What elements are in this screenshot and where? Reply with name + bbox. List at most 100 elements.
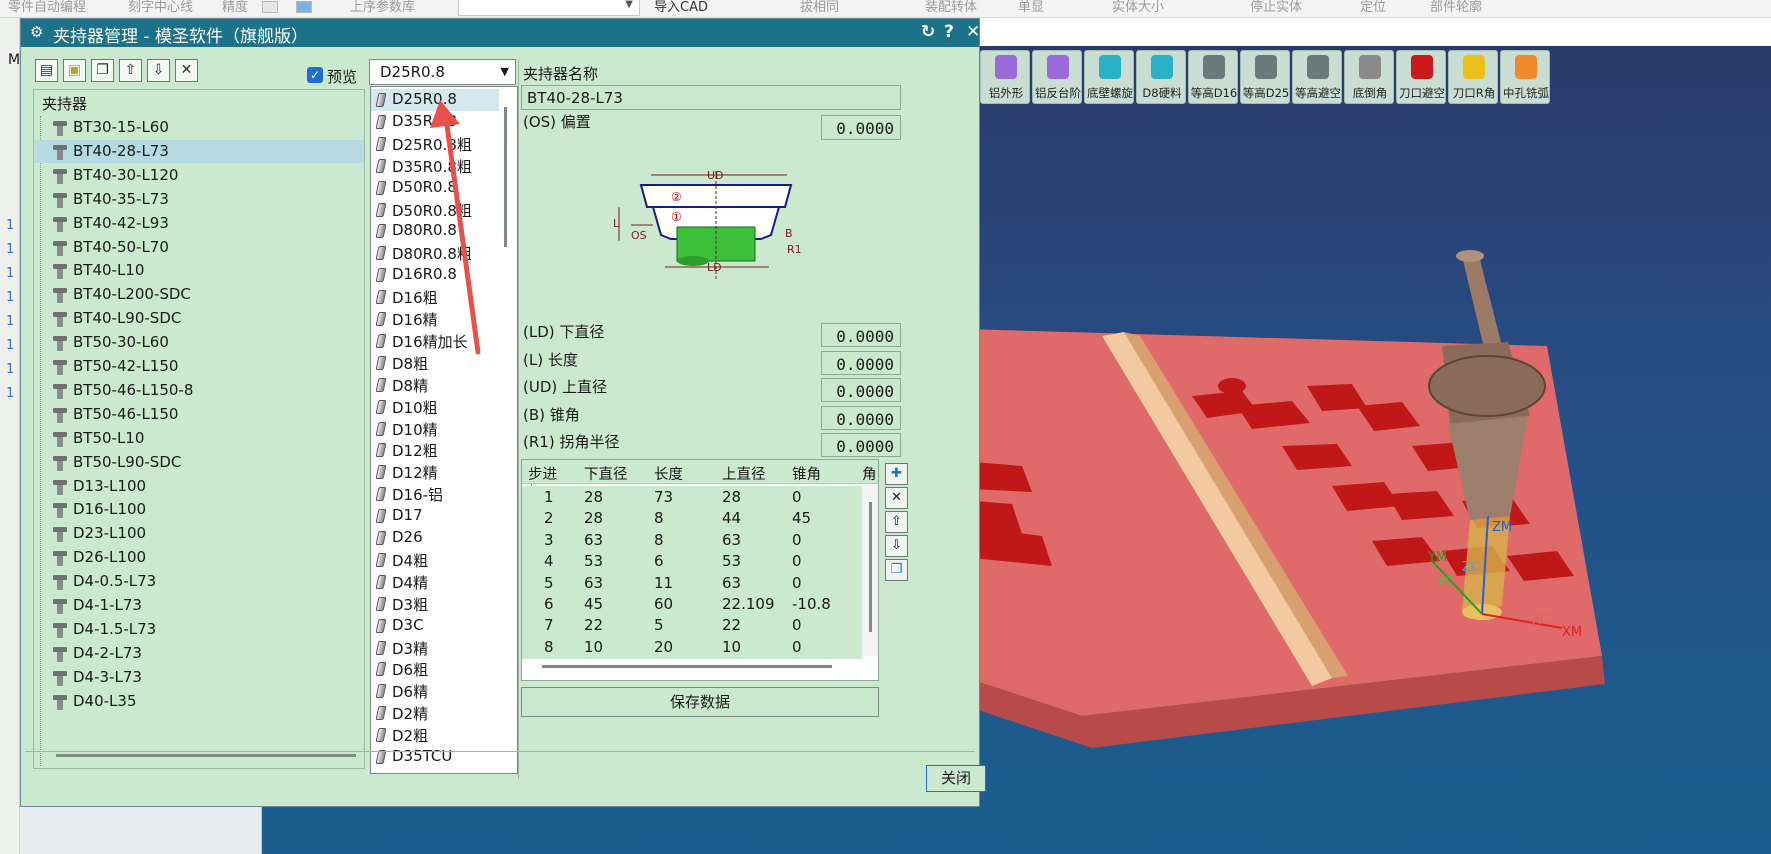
delete-row-button[interactable]: ✕ — [885, 487, 908, 509]
dropdown-item[interactable]: D2粗 — [371, 724, 499, 746]
ribbon-button[interactable]: 底壁螺旋 — [1084, 50, 1134, 104]
step-table[interactable]: 步进 下直径 长度 上直径 锥角角 1 28 73 28 0 2 28 8 44 45 3 63 8 63 0 4 53… — [521, 459, 879, 681]
dropdown-item[interactable]: D2精 — [371, 702, 499, 724]
dialog-titlebar[interactable]: ⚙ 夹持器管理 - 模圣软件（旗舰版） ↻ ? ✕ — [21, 19, 980, 47]
toolbar-item-single-show[interactable]: 单显 — [1018, 0, 1044, 15]
tree-item[interactable]: BT50-L10 — [35, 427, 364, 450]
checkbox-check-icon[interactable]: ✓ — [307, 67, 323, 83]
dropdown-item[interactable]: D16-铝 — [371, 483, 499, 505]
dropdown-item[interactable]: D16R0.8 — [371, 264, 499, 286]
toolbar-item-precision[interactable]: 精度 — [222, 0, 248, 15]
table-row[interactable]: 4 53 6 53 0 — [522, 550, 862, 574]
tree-item[interactable]: BT40-L90-SDC — [35, 307, 364, 330]
dropdown-item[interactable]: D16粗 — [371, 286, 499, 308]
dropdown-item[interactable]: D8精 — [371, 374, 499, 396]
toolbar-item-import-cad[interactable]: 导入CAD — [654, 0, 708, 15]
tree-horizontal-scrollbar[interactable] — [56, 754, 356, 757]
open-folder-button[interactable]: ▣ — [63, 59, 86, 82]
dropdown-scrollbar[interactable] — [504, 107, 507, 247]
dropdown-item[interactable]: D26 — [371, 527, 499, 549]
copy-holder-button[interactable]: ❐ — [91, 59, 114, 82]
dropdown-item[interactable]: D10精 — [371, 418, 499, 440]
tree-item[interactable]: BT40-28-L73 — [35, 139, 364, 163]
table-column-header[interactable]: 步进 — [528, 463, 557, 484]
ribbon-button[interactable]: 中孔铣弧 — [1500, 50, 1550, 104]
toolbar-combo[interactable]: ▼ — [458, 0, 640, 16]
tree-item[interactable]: BT40-30-L120 — [35, 164, 364, 187]
param-field[interactable]: 0.0000 — [821, 378, 901, 402]
holder-name-field[interactable]: BT40-28-L73 — [521, 85, 901, 110]
tree-item[interactable]: BT50-46-L150 — [35, 403, 364, 426]
dropdown-item[interactable]: D80R0.8 — [371, 220, 499, 242]
toolbar-item-stop-solid[interactable]: 停止实体 — [1250, 0, 1302, 15]
dropdown-item[interactable]: D50R0.8粗 — [371, 199, 499, 221]
tool-select-combo[interactable]: D25R0.8 ▼ — [369, 59, 516, 85]
toolbar-item-solid-size[interactable]: 实体大小 — [1112, 0, 1164, 15]
dropdown-item[interactable]: D4精 — [371, 571, 499, 593]
ribbon-button[interactable]: 等高D16 — [1188, 50, 1238, 104]
tree-item[interactable]: BT50-46-L150-8 — [35, 379, 364, 402]
tree-item[interactable]: BT40-L200-SDC — [35, 283, 364, 306]
help-icon[interactable]: ? — [944, 22, 954, 42]
ribbon-button[interactable]: 底倒角 — [1344, 50, 1394, 104]
ribbon-button[interactable]: D8硬料 — [1136, 50, 1186, 104]
dropdown-item[interactable]: D3C — [371, 615, 499, 637]
dropdown-item[interactable]: D35TCU — [371, 746, 499, 768]
grid-icon[interactable] — [262, 1, 278, 13]
toolbar-item-same[interactable]: 拔相同 — [800, 0, 839, 15]
row-up-button[interactable]: ⇧ — [885, 511, 908, 533]
table-column-header[interactable]: 长度 — [654, 463, 683, 484]
tree-item[interactable]: D26-L100 — [35, 546, 364, 569]
dropdown-item[interactable]: D3粗 — [371, 593, 499, 615]
tree-item[interactable]: D23-L100 — [35, 522, 364, 545]
tree-item[interactable]: D4-3-L73 — [35, 666, 364, 689]
tree-item[interactable]: BT40-50-L70 — [35, 236, 364, 259]
dropdown-item[interactable]: D25R0.8 — [371, 89, 499, 111]
tree-item[interactable]: BT50-30-L60 — [35, 331, 364, 354]
dropdown-item[interactable]: D10粗 — [371, 396, 499, 418]
table-row[interactable]: 1 28 73 28 0 — [522, 486, 862, 509]
tree-item[interactable]: BT30-15-L60 — [35, 116, 364, 139]
tree-item[interactable]: BT40-35-L73 — [35, 188, 364, 211]
row-down-button[interactable]: ⇩ — [885, 535, 908, 557]
dropdown-item[interactable]: D6精 — [371, 680, 499, 702]
dropdown-item[interactable]: D17 — [371, 505, 499, 527]
close-button[interactable]: 关闭 — [926, 765, 986, 792]
tree-item[interactable]: D4-1-L73 — [35, 594, 364, 617]
param-field[interactable]: 0.0000 — [821, 350, 901, 375]
copy-row-button[interactable]: ❐ — [885, 559, 908, 581]
param-field[interactable]: 0.0000 — [821, 323, 901, 347]
toolbar-item-assembly[interactable]: 装配转体 — [925, 0, 977, 15]
tree-item[interactable]: BT50-L90-SDC — [35, 451, 364, 474]
tree-item[interactable]: D16-L100 — [35, 498, 364, 521]
dropdown-item[interactable]: D3精 — [371, 637, 499, 659]
dropdown-item[interactable]: D12精 — [371, 461, 499, 483]
dropdown-item[interactable]: D25R0.8粗 — [371, 133, 499, 155]
table-column-header[interactable]: 锥角 — [792, 463, 821, 484]
toolbar-item-locate[interactable]: 定位 — [1360, 0, 1386, 15]
table-row[interactable]: 5 63 11 63 0 — [522, 571, 862, 595]
ribbon-button[interactable]: 刀口避空 — [1396, 50, 1446, 104]
param-field[interactable]: 0.0000 — [821, 405, 901, 430]
toolbar-item-engrave[interactable]: 刻字中心线 — [128, 0, 193, 15]
dropdown-item[interactable]: D4粗 — [371, 549, 499, 571]
offset-field[interactable]: 0.0000 — [821, 115, 901, 140]
table-row[interactable]: 8 10 20 10 0 — [522, 635, 862, 659]
table-horizontal-scrollbar[interactable] — [542, 665, 832, 668]
dropdown-item[interactable]: D35R0.8 — [371, 111, 499, 133]
table-column-header[interactable]: 上直径 — [722, 463, 766, 484]
param-field[interactable]: 0.0000 — [821, 433, 901, 457]
ribbon-button[interactable]: 等高D25 — [1240, 50, 1290, 104]
tree-item[interactable]: BT50-42-L150 — [35, 355, 364, 378]
close-icon[interactable]: ✕ — [966, 22, 980, 42]
tree-item[interactable]: D4-2-L73 — [35, 642, 364, 665]
add-row-button[interactable]: ✚ — [885, 463, 908, 485]
table-column-header[interactable]: 下直径 — [584, 463, 628, 484]
dropdown-item[interactable]: D16精加长 — [371, 330, 499, 352]
toolbar-item-part-contour[interactable]: 部件轮廓 — [1430, 0, 1482, 15]
ribbon-button[interactable]: 等高避空 — [1292, 50, 1342, 104]
move-down-button[interactable]: ⇩ — [147, 59, 170, 82]
tree-item[interactable]: D4-1.5-L73 — [35, 618, 364, 641]
table-column-header[interactable]: 角 — [862, 463, 877, 484]
table-row[interactable]: 6 45 60 22.109 -10.8 — [522, 593, 862, 616]
